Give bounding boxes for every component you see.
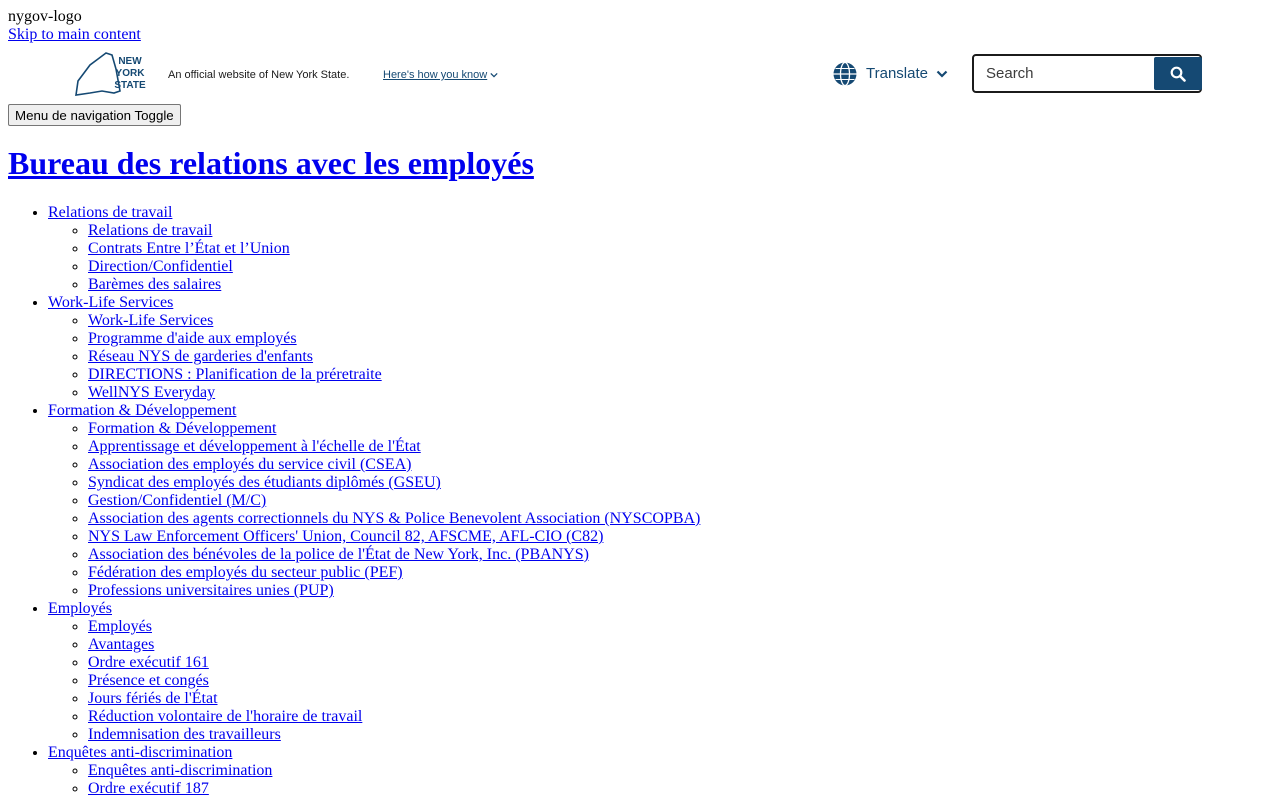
nav-submenu-link[interactable]: DIRECTIONS : Planification de la préretr… (88, 366, 382, 383)
nav-submenu-link[interactable]: Association des agents correctionnels du… (88, 510, 700, 527)
nav-submenu-link[interactable]: Ordre exécutif 187 (88, 780, 209, 797)
search-box (972, 54, 1202, 93)
nav-submenu-item: Ordre exécutif 187 (88, 780, 700, 798)
menu-toggle-button[interactable]: Menu de navigation Toggle (8, 104, 181, 126)
nav-section-link[interactable]: Employés (48, 600, 112, 617)
translate-button[interactable]: Translate (832, 61, 948, 87)
nav-section: EmployésEmployésAvantagesOrdre exécutif … (48, 600, 700, 744)
chevron-down-icon (936, 70, 948, 78)
search-button[interactable] (1154, 57, 1202, 90)
nav-submenu-link[interactable]: Ordre exécutif 161 (88, 654, 209, 671)
nav-submenu-link[interactable]: Barèmes des salaires (88, 276, 221, 293)
nys-logo-icon[interactable]: NEW YORK STATE (72, 51, 152, 97)
nav-section-link[interactable]: Enquêtes anti-discrimination (48, 744, 232, 761)
nav-submenu: Relations de travailContrats Entre l’Éta… (48, 222, 700, 294)
nav-submenu-item: Syndicat des employés des étudiants dipl… (88, 474, 700, 492)
chevron-down-icon (490, 73, 498, 78)
nav-section: Formation & DéveloppementFormation & Dév… (48, 402, 700, 600)
how-you-know-label: Here's how you know (383, 69, 488, 81)
nys-universal-header: NEW YORK STATE An official website of Ne… (0, 44, 1280, 104)
nav-submenu-item: DIRECTIONS : Planification de la préretr… (88, 366, 700, 384)
nav-submenu-item: Employés (88, 618, 700, 636)
nav-submenu-link[interactable]: Apprentissage et développement à l'échel… (88, 438, 421, 455)
main-navigation: Relations de travailRelations de travail… (8, 204, 700, 798)
nav-submenu-item: Fédération des employés du secteur publi… (88, 564, 700, 582)
nav-submenu-item: Contrats Entre l’État et l’Union (88, 240, 700, 258)
nav-submenu-link[interactable]: Enquêtes anti-discrimination (88, 762, 272, 779)
nav-submenu-link[interactable]: Programme d'aide aux employés (88, 330, 297, 347)
nav-submenu-link[interactable]: Fédération des employés du secteur publi… (88, 564, 403, 581)
nav-submenu: Formation & DéveloppementApprentissage e… (48, 420, 700, 600)
globe-icon (833, 61, 857, 87)
translate-label: Translate (866, 65, 928, 82)
skip-to-main-link[interactable]: Skip to main content (8, 26, 141, 44)
nav-submenu-item: Relations de travail (88, 222, 700, 240)
nav-submenu-item: Programme d'aide aux employés (88, 330, 700, 348)
nav-submenu-item: WellNYS Everyday (88, 384, 700, 402)
nav-submenu-item: Barèmes des salaires (88, 276, 700, 294)
nav-submenu-link[interactable]: NYS Law Enforcement Officers' Union, Cou… (88, 528, 603, 545)
nav-submenu-link[interactable]: Gestion/Confidentiel (M/C) (88, 492, 266, 509)
nav-submenu-link[interactable]: Avantages (88, 636, 154, 653)
nav-submenu-link[interactable]: Réseau NYS de garderies d'enfants (88, 348, 313, 365)
nav-submenu-link[interactable]: Présence et congés (88, 672, 209, 689)
nav-submenu-item: Présence et congés (88, 672, 700, 690)
nav-submenu-link[interactable]: Employés (88, 618, 152, 635)
nav-section-link[interactable]: Work-Life Services (48, 294, 173, 311)
nav-submenu-link[interactable]: Formation & Développement (88, 420, 276, 437)
page-title: Bureau des relations avec les employés (8, 143, 534, 183)
nav-submenu-link[interactable]: Work-Life Services (88, 312, 213, 329)
nav-submenu-item: Gestion/Confidentiel (M/C) (88, 492, 700, 510)
nav-submenu-link[interactable]: Indemnisation des travailleurs (88, 726, 281, 743)
nav-submenu-item: Professions universitaires unies (PUP) (88, 582, 700, 600)
nav-submenu-item: Réseau NYS de garderies d'enfants (88, 348, 700, 366)
nav-submenu-link[interactable]: Syndicat des employés des étudiants dipl… (88, 474, 441, 491)
search-icon (1170, 66, 1186, 82)
nav-section: Relations de travailRelations de travail… (48, 204, 700, 294)
nav-submenu-item: NYS Law Enforcement Officers' Union, Cou… (88, 528, 700, 546)
svg-text:NEW: NEW (118, 56, 142, 67)
nav-submenu-link[interactable]: Professions universitaires unies (PUP) (88, 582, 334, 599)
nav-submenu-item: Apprentissage et développement à l'échel… (88, 438, 700, 456)
nav-section: Work-Life ServicesWork-Life ServicesProg… (48, 294, 700, 402)
nav-section-link[interactable]: Formation & Développement (48, 402, 236, 419)
nav-submenu-item: Indemnisation des travailleurs (88, 726, 700, 744)
nygov-logo-alt: nygov-logo (8, 8, 82, 25)
nav-submenu-link[interactable]: Direction/Confidentiel (88, 258, 233, 275)
nav-submenu-link[interactable]: Contrats Entre l’État et l’Union (88, 240, 290, 257)
nav-submenu-item: Direction/Confidentiel (88, 258, 700, 276)
nav-section-link[interactable]: Relations de travail (48, 204, 172, 221)
official-website-text: An official website of New York State. (168, 69, 350, 81)
nav-submenu-link[interactable]: Association des bénévoles de la police d… (88, 546, 589, 563)
nav-submenu-item: Jours fériés de l'État (88, 690, 700, 708)
nav-submenu-item: Ordre exécutif 161 (88, 654, 700, 672)
nav-submenu-item: Enquêtes anti-discrimination (88, 762, 700, 780)
svg-text:STATE: STATE (114, 80, 146, 91)
nav-submenu-item: Association des bénévoles de la police d… (88, 546, 700, 564)
nav-submenu-item: Formation & Développement (88, 420, 700, 438)
nav-submenu-link[interactable]: Jours fériés de l'État (88, 690, 218, 707)
nav-submenu-item: Avantages (88, 636, 700, 654)
nav-submenu-link[interactable]: Réduction volontaire de l'horaire de tra… (88, 708, 362, 725)
nav-submenu-link[interactable]: Association des employés du service civi… (88, 456, 412, 473)
search-input[interactable] (974, 56, 1152, 91)
nav-submenu: EmployésAvantagesOrdre exécutif 161Prése… (48, 618, 700, 744)
svg-text:YORK: YORK (116, 68, 146, 79)
nav-submenu-item: Association des agents correctionnels du… (88, 510, 700, 528)
page-title-link[interactable]: Bureau des relations avec les employés (8, 145, 534, 181)
how-you-know-link[interactable]: Here's how you know (383, 66, 498, 84)
nav-section: Enquêtes anti-discriminationEnquêtes ant… (48, 744, 700, 798)
nav-submenu-item: Association des employés du service civi… (88, 456, 700, 474)
nav-submenu-link[interactable]: Relations de travail (88, 222, 212, 239)
nav-submenu-link[interactable]: WellNYS Everyday (88, 384, 215, 401)
nav-submenu-item: Réduction volontaire de l'horaire de tra… (88, 708, 700, 726)
nav-submenu: Enquêtes anti-discriminationOrdre exécut… (48, 762, 700, 798)
nav-submenu-item: Work-Life Services (88, 312, 700, 330)
nav-submenu: Work-Life ServicesProgramme d'aide aux e… (48, 312, 700, 402)
